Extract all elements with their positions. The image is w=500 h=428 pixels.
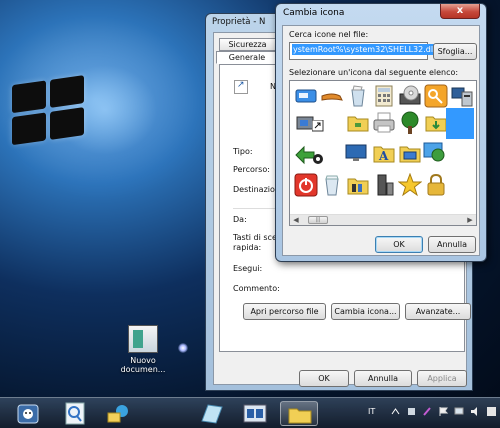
dialog-ok-button[interactable]: OK <box>375 236 423 253</box>
folder-download-icon[interactable] <box>424 111 448 135</box>
recycle-bin-full-icon[interactable] <box>346 84 370 108</box>
tab-general[interactable]: Generale <box>216 51 278 64</box>
control-panel-folder-icon[interactable] <box>346 173 370 197</box>
properties-cancel-button[interactable]: Annulla <box>354 370 412 387</box>
network-computer-icon[interactable] <box>450 84 474 108</box>
shortcut-icon <box>234 80 248 94</box>
action-center-icon[interactable] <box>486 406 497 417</box>
pipe-icon[interactable] <box>320 84 344 108</box>
flag-icon[interactable] <box>438 406 449 417</box>
advanced-button[interactable]: Avanzate... <box>405 303 471 320</box>
start-in-label: Da: <box>233 215 247 224</box>
small-cd-icon[interactable] <box>312 153 324 165</box>
search-file-label: Cerca icone nel file: <box>289 30 369 39</box>
shortcut-arrow-icon[interactable] <box>311 119 324 132</box>
chevron-up-icon[interactable] <box>390 406 401 417</box>
star-sparkle <box>178 343 188 353</box>
recycle-bin-empty-icon[interactable] <box>320 173 344 197</box>
network-taskbar-button[interactable] <box>100 401 138 426</box>
window-switcher-taskbar-button[interactable] <box>192 401 230 426</box>
close-button[interactable]: x <box>440 4 480 19</box>
comment-label: Commento: <box>233 284 280 293</box>
desktop-folder-icon[interactable] <box>398 141 422 165</box>
close-icon: x <box>456 5 464 16</box>
scroll-right-icon[interactable]: ▶ <box>464 215 476 225</box>
server-icon[interactable] <box>372 173 396 197</box>
path-label: Percorso: <box>233 165 270 174</box>
volume-icon[interactable] <box>470 406 481 417</box>
properties-window-title: Proprietà - N <box>212 17 266 27</box>
blank-selected-icon[interactable] <box>446 108 474 139</box>
star-icon[interactable] <box>397 172 423 197</box>
desktop-icon-new-document[interactable]: Nuovo documen... <box>112 325 174 374</box>
properties-apply-button[interactable]: Applica <box>417 370 467 387</box>
folder-network-icon[interactable] <box>346 111 370 135</box>
printer-icon[interactable] <box>372 111 396 135</box>
tab-security[interactable]: Sicurezza <box>219 38 276 51</box>
type-label: Tipo: <box>233 147 253 156</box>
run-label: Esegui: <box>233 264 263 273</box>
icon-list[interactable]: A ◀ ||| ▶ <box>289 80 477 226</box>
taskbar: IT <box>0 397 500 428</box>
change-icon-dialog: Cambia icona x Cerca icone nel file: yst… <box>275 3 487 262</box>
dialog-body: Cerca icone nel file: ystemRoot%\system3… <box>282 25 480 256</box>
tree-icon[interactable] <box>398 111 422 135</box>
svg-text:A: A <box>378 149 389 163</box>
usb-icon[interactable] <box>406 406 417 417</box>
scroll-thumb[interactable]: ||| <box>308 216 328 224</box>
icon-file-path-input[interactable]: ystemRoot%\system32\SHELL32.dll <box>289 42 437 60</box>
windows-logo <box>12 75 86 147</box>
open-file-location-button[interactable]: Apri percorso file <box>243 303 326 320</box>
explorer-taskbar-button[interactable] <box>280 401 318 426</box>
icon-file-path-value: ystemRoot%\system32\SHELL32.dll <box>292 44 437 55</box>
search-taskbar-button[interactable] <box>56 401 94 426</box>
dialog-title: Cambia icona <box>283 8 345 18</box>
pen-icon[interactable] <box>422 406 433 417</box>
card-reader-icon[interactable] <box>294 84 318 108</box>
dialog-cancel-button[interactable]: Annulla <box>428 236 476 253</box>
font-folder-icon[interactable]: A <box>372 141 396 165</box>
icon-list-scrollbar[interactable]: ◀ ||| ▶ <box>290 214 476 225</box>
dvd-drive-icon[interactable] <box>398 84 422 108</box>
power-icon[interactable] <box>294 173 318 197</box>
select-icon-label: Selezionare un'icona dal seguente elenco… <box>289 68 459 77</box>
key-icon[interactable] <box>424 84 448 108</box>
globe-icon[interactable] <box>422 139 446 163</box>
change-icon-button[interactable]: Cambia icona... <box>331 303 400 320</box>
scroll-left-icon[interactable]: ◀ <box>290 215 302 225</box>
language-indicator[interactable]: IT <box>368 407 375 416</box>
control-panel-taskbar-button[interactable] <box>236 401 274 426</box>
calculator-icon[interactable] <box>372 84 396 108</box>
monitor-icon[interactable] <box>344 141 368 165</box>
network-icon[interactable] <box>454 406 465 417</box>
start-button[interactable] <box>14 401 42 426</box>
document-icon <box>128 325 158 353</box>
lock-icon[interactable] <box>424 173 448 197</box>
properties-ok-button[interactable]: OK <box>299 370 349 387</box>
browse-button[interactable]: Sfoglia... <box>433 43 477 60</box>
desktop-icon-label: Nuovo documen... <box>120 356 166 374</box>
